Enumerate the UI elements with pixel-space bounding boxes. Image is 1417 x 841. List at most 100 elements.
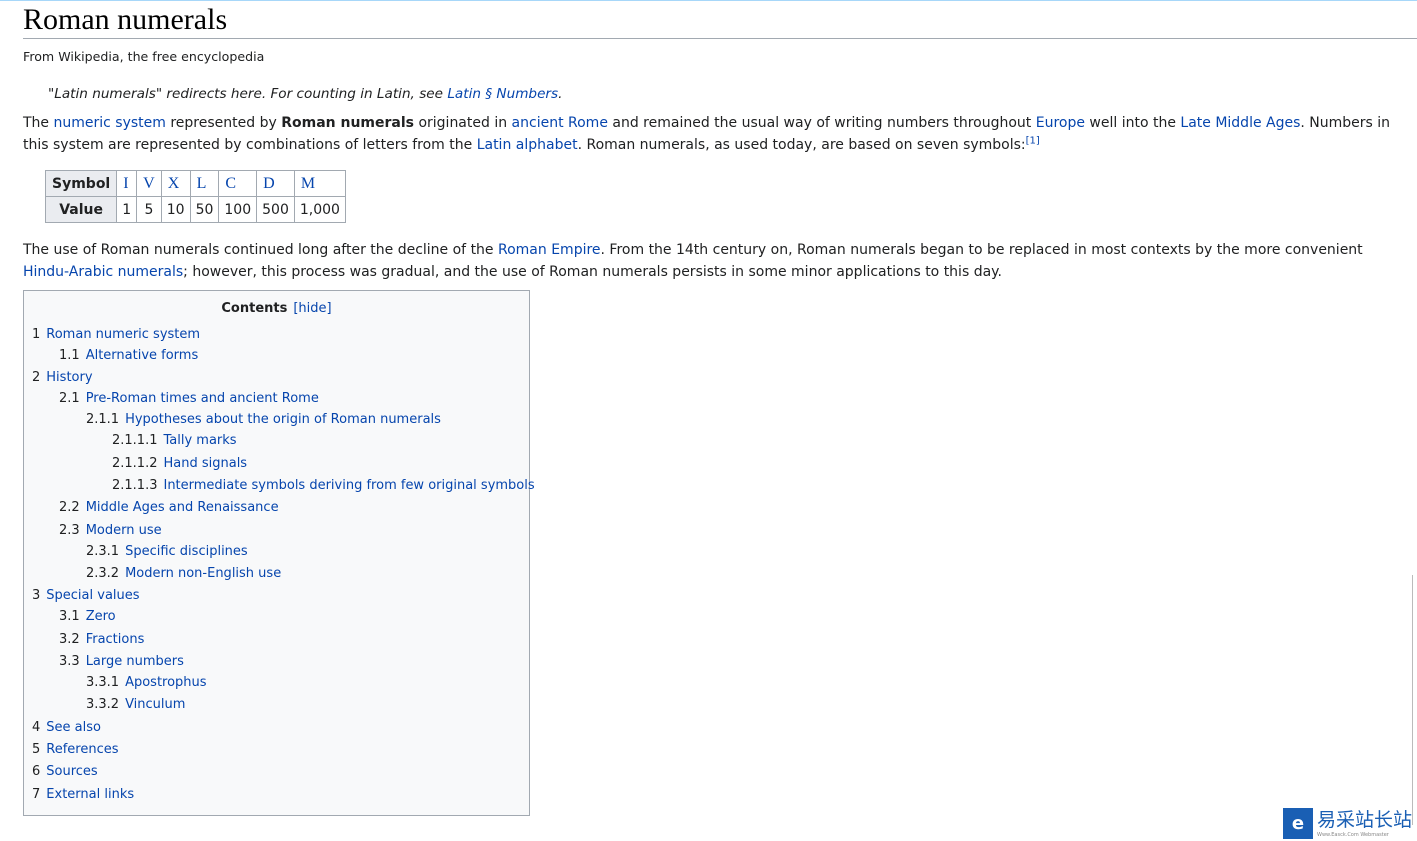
value-cell: 100	[218, 196, 258, 223]
toc-item[interactable]: 3.2 Fractions	[59, 631, 144, 649]
symbol-cell[interactable]: I	[116, 170, 138, 197]
toc-item[interactable]: 3.3 Large numbers	[59, 653, 184, 671]
toc-item[interactable]: 7 External links	[32, 786, 134, 804]
toc-label[interactable]: Alternative forms	[86, 348, 199, 363]
hatnote-end: .	[558, 86, 563, 102]
value-row: Value 1 5 10 50 100 500 1,000	[44, 196, 346, 223]
toc-label[interactable]: Middle Ages and Renaissance	[86, 500, 279, 515]
row-header: Value	[44, 196, 118, 223]
watermark-logo: e 易采站长站 Www.Easck.Com Webmaster	[1283, 808, 1417, 841]
symbol-cell[interactable]: L	[189, 170, 220, 197]
toc-label[interactable]: History	[46, 370, 92, 385]
toc-item[interactable]: 2.1 Pre-Roman times and ancient Rome	[59, 390, 319, 408]
inline-link[interactable]: ancient Rome	[512, 115, 608, 131]
toc-label[interactable]: See also	[46, 720, 101, 735]
table-of-contents: Contents [hide] 1 Roman numeric system 1.1 A…	[23, 290, 535, 816]
toc-item[interactable]: 2.3 Modern use	[59, 522, 162, 540]
toc-number: 2.3	[59, 523, 80, 538]
watermark-text: 易采站长站	[1317, 809, 1413, 831]
hatnote-link[interactable]: Latin § Numbers	[447, 86, 558, 102]
text: well into the	[1084, 115, 1181, 131]
toc-item[interactable]: 5 References	[32, 741, 119, 759]
toc-item[interactable]: 2.2 Middle Ages and Renaissance	[59, 499, 279, 517]
toc-number: 3	[32, 588, 41, 603]
symbol-cell[interactable]: M	[293, 170, 346, 197]
text: The use of Roman numerals continued long…	[23, 242, 498, 258]
toc-label[interactable]: Large numbers	[86, 654, 184, 669]
citation-link[interactable]: [1]	[1026, 135, 1040, 146]
toc-label[interactable]: Vinculum	[125, 697, 185, 712]
toc-number: 2.1.1.1	[112, 433, 158, 448]
value-cell: 1	[116, 196, 138, 223]
toc-label[interactable]: Hypotheses about the origin of Roman num…	[125, 412, 441, 427]
toc-number: 3.3.2	[86, 697, 120, 712]
toc-number: 4	[32, 720, 41, 735]
toc-item[interactable]: 6 Sources	[32, 763, 98, 781]
row-header: Symbol	[44, 170, 118, 197]
toc-label[interactable]: References	[46, 742, 118, 757]
toc-item[interactable]: 2.1.1.2 Hand signals	[112, 455, 247, 473]
text: and remained the usual way of writing nu…	[607, 115, 1036, 131]
symbol-row: Symbol I V X L C D M	[44, 170, 346, 197]
page-title: Roman numerals	[23, 3, 228, 36]
text: represented by	[165, 115, 282, 131]
toc-number: 2.1.1.3	[112, 478, 158, 493]
inline-link[interactable]: Roman Empire	[498, 242, 601, 258]
toc-label[interactable]: Apostrophus	[125, 675, 207, 690]
toc-label[interactable]: Specific disciplines	[125, 544, 248, 559]
scrollbar[interactable]	[1412, 575, 1417, 825]
toc-label[interactable]: Special values	[46, 588, 139, 603]
toc-item[interactable]: 1 Roman numeric system	[32, 326, 200, 344]
toc-number: 2.1	[59, 391, 80, 406]
toc-item[interactable]: 2.1.1.3 Intermediate symbols deriving fro…	[112, 477, 535, 495]
toc-item[interactable]: 3.3.2 Vinculum	[86, 696, 185, 714]
toc-label[interactable]: Roman numeric system	[46, 327, 200, 342]
toc-label[interactable]: Intermediate symbols deriving from few o…	[163, 478, 534, 493]
toc-label[interactable]: Tally marks	[163, 433, 236, 448]
toc-item[interactable]: 3 Special values	[32, 587, 140, 605]
text: . From the 14th century on, Roman numera…	[600, 242, 1363, 258]
inline-link[interactable]: Europe	[1036, 115, 1085, 131]
toc-item[interactable]: 3.3.1 Apostrophus	[86, 674, 207, 692]
toc-label[interactable]: Zero	[86, 609, 116, 624]
toc-label[interactable]: Fractions	[86, 632, 145, 647]
toc-number: 3.3	[59, 654, 80, 669]
toc-number: 7	[32, 787, 41, 802]
toc-number: 2.1.1.2	[112, 456, 158, 471]
toc-number: 2.3.1	[86, 544, 120, 559]
inline-link[interactable]: numeric system	[54, 115, 166, 131]
toc-item[interactable]: 2 History	[32, 369, 93, 387]
symbol-cell[interactable]: C	[218, 170, 258, 197]
toc-label[interactable]: External links	[46, 787, 134, 802]
symbol-cell[interactable]: V	[136, 170, 162, 197]
toc-item[interactable]: 2.1.1 Hypotheses about the origin of Roma…	[86, 411, 441, 429]
toc-item[interactable]: 4 See also	[32, 719, 101, 737]
toc-item[interactable]: 2.3.1 Specific disciplines	[86, 543, 248, 561]
history-paragraph: The use of Roman numerals continued long…	[23, 239, 1413, 283]
inline-link[interactable]: Latin alphabet	[477, 137, 578, 153]
text: . Roman numerals, as used today, are bas…	[577, 137, 1026, 153]
toc-label[interactable]: Hand signals	[163, 456, 247, 471]
watermark-sub: Www.Easck.Com Webmaster	[1317, 832, 1389, 838]
toc-number: 3.2	[59, 632, 80, 647]
symbol-cell[interactable]: D	[256, 170, 295, 197]
hatnote-text: "Latin numerals" redirects here. For cou…	[48, 86, 448, 102]
toc-label[interactable]: Modern non-English use	[125, 566, 281, 581]
toc-item[interactable]: 1.1 Alternative forms	[59, 347, 198, 365]
value-cell: 500	[256, 196, 295, 223]
toc-number: 5	[32, 742, 41, 757]
toc-item[interactable]: 3.1 Zero	[59, 608, 116, 626]
toc-label[interactable]: Modern use	[86, 523, 162, 538]
toc-label[interactable]: Pre-Roman times and ancient Rome	[86, 391, 319, 406]
symbol-cell[interactable]: X	[160, 170, 191, 197]
toc-item[interactable]: 2.1.1.1 Tally marks	[112, 432, 237, 450]
bold-text: Roman numerals	[281, 115, 414, 131]
toc-hide-link[interactable]: [hide]	[293, 301, 331, 316]
toc-number: 3.1	[59, 609, 80, 624]
symbol-table: Symbol I V X L C D M Value 1 5 10 50 100 500 1,000	[44, 170, 346, 223]
toc-item[interactable]: 2.3.2 Modern non-English use	[86, 565, 281, 583]
value-cell: 50	[189, 196, 220, 223]
inline-link[interactable]: Hindu-Arabic numerals	[23, 264, 183, 280]
toc-label[interactable]: Sources	[46, 764, 97, 779]
inline-link[interactable]: Late Middle Ages	[1180, 115, 1300, 131]
